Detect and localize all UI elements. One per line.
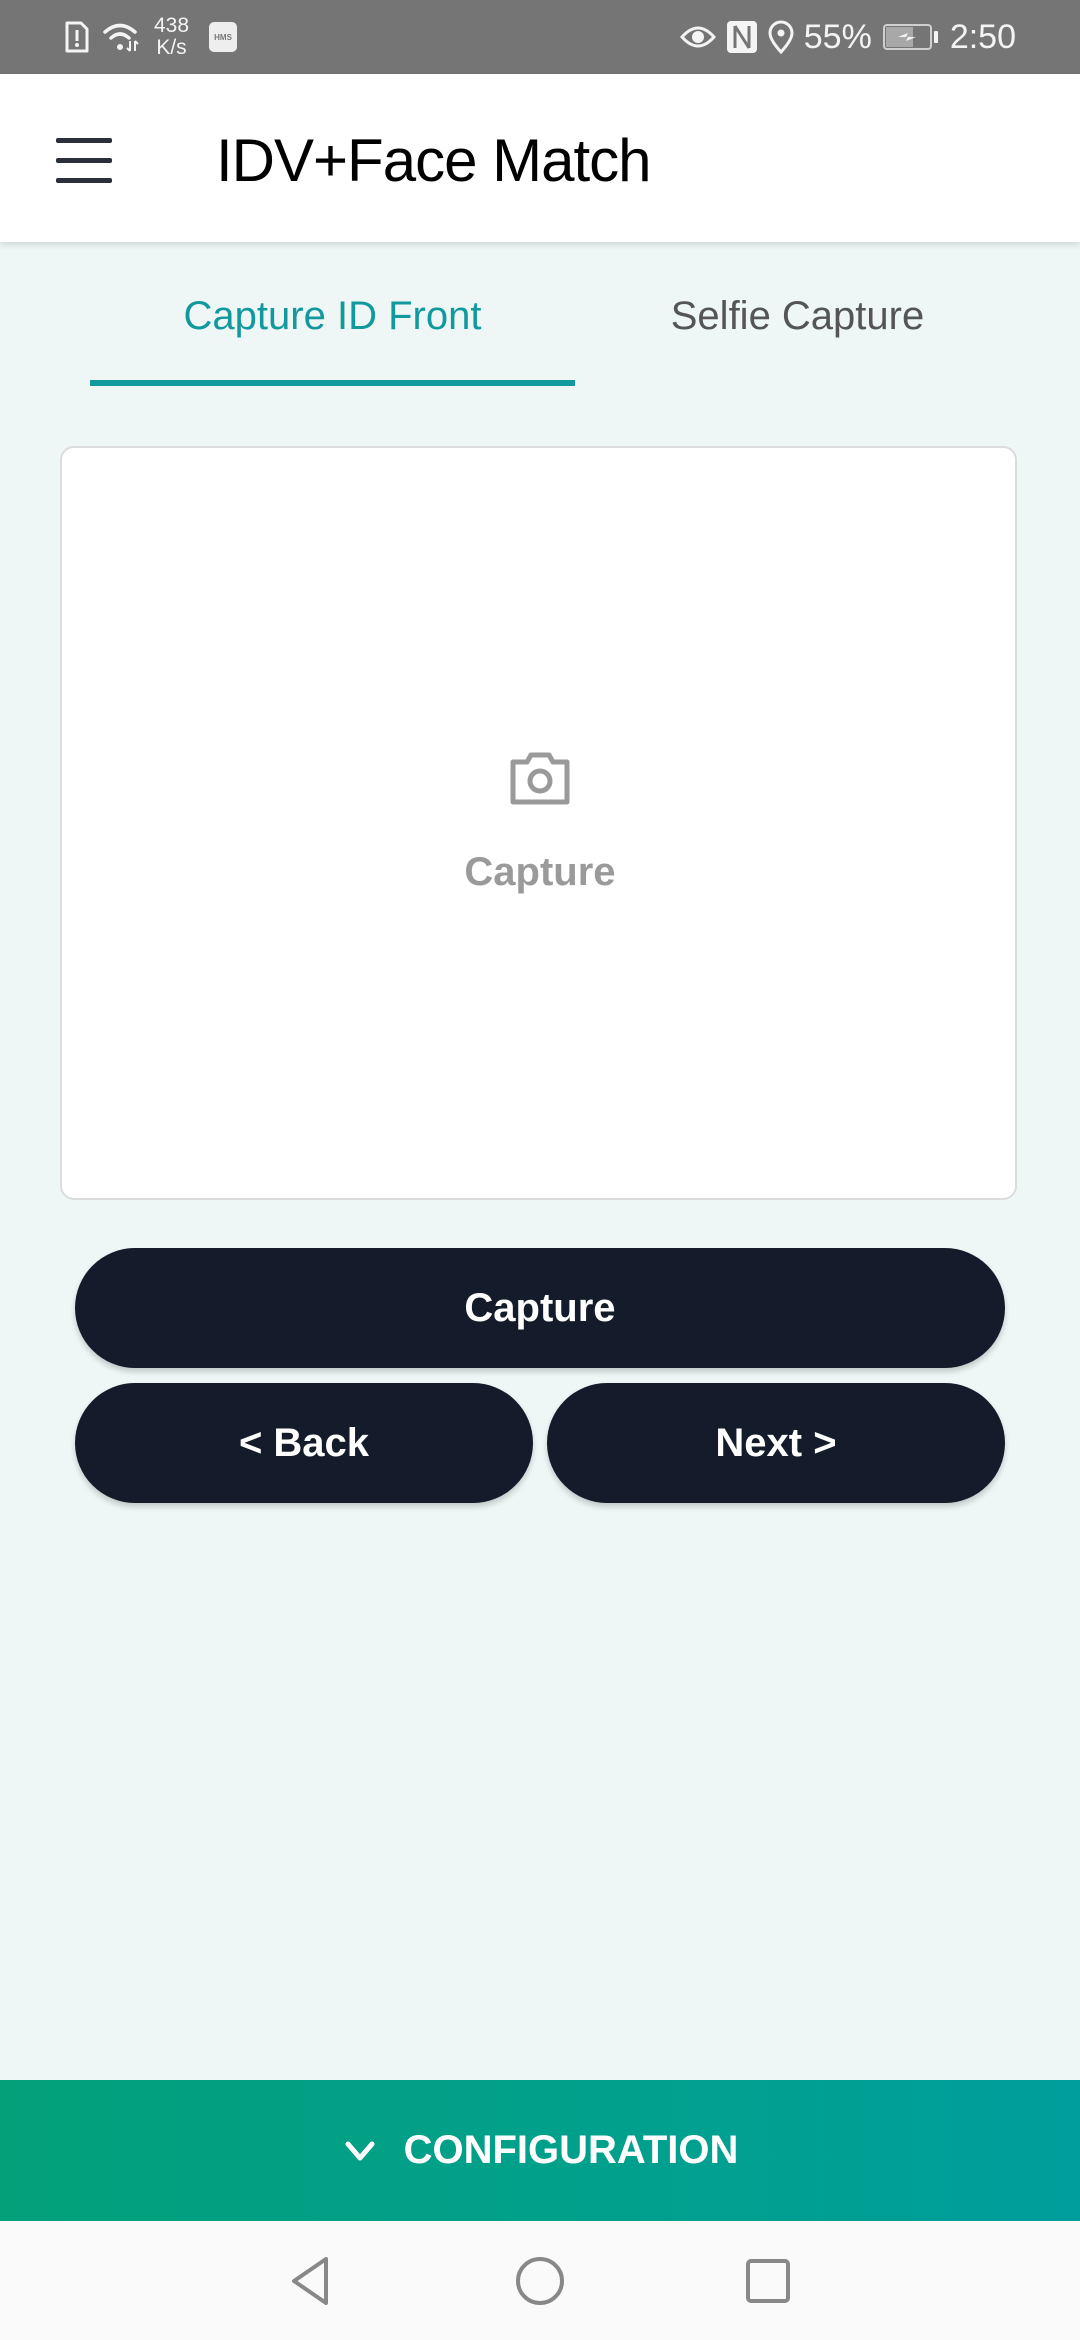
wifi-icon: [103, 23, 139, 52]
nfc-icon: [726, 21, 757, 53]
network-speed: 438 K/s: [154, 15, 189, 59]
capture-placeholder-label[interactable]: Capture: [340, 850, 740, 895]
hamburger-menu-icon[interactable]: [50, 132, 116, 188]
system-nav-bar: [0, 2221, 1080, 2340]
menu-line: [56, 158, 112, 163]
eye-icon: [679, 26, 716, 48]
status-bar: 438 K/s HMS 55% 2:50: [0, 0, 1080, 74]
chevron-down-icon: [345, 2141, 375, 2160]
network-speed-unit: K/s: [156, 36, 187, 59]
location-icon: [768, 20, 794, 54]
next-button[interactable]: Next >: [547, 1383, 1005, 1503]
menu-line: [56, 178, 112, 183]
status-bar-right: 55% 2:50: [679, 0, 1016, 74]
active-tab-indicator: [90, 380, 575, 386]
recents-square-icon: [746, 2258, 790, 2303]
page-title: IDV+Face Match: [216, 127, 652, 194]
nav-back-button[interactable]: [250, 2221, 370, 2340]
capture-preview-area[interactable]: [60, 446, 1017, 1200]
back-triangle-icon: [292, 2256, 328, 2305]
capture-button[interactable]: Capture: [75, 1248, 1005, 1368]
tab-bar: Capture ID Front Selfie Capture: [0, 242, 1080, 390]
configuration-toggle[interactable]: CONFIGURATION: [0, 2080, 1080, 2221]
app-bar: IDV+Face Match: [0, 74, 1080, 242]
configuration-label: CONFIGURATION: [403, 2128, 739, 2172]
tab-capture-id-front[interactable]: Capture ID Front: [90, 242, 575, 390]
home-circle-icon: [516, 2256, 564, 2305]
sim-alert-icon: [65, 21, 89, 53]
nav-recents-button[interactable]: [708, 2221, 828, 2340]
hms-icon: HMS: [209, 22, 238, 52]
camera-icon[interactable]: [509, 750, 571, 806]
battery-charging-icon: [882, 24, 938, 50]
tab-selfie-capture[interactable]: Selfie Capture: [575, 242, 1020, 390]
status-bar-left: 438 K/s HMS: [64, 0, 238, 74]
clock: 2:50: [949, 17, 1016, 56]
back-button[interactable]: < Back: [75, 1383, 533, 1503]
network-speed-value: 438: [154, 14, 190, 37]
battery-percent: 55%: [803, 17, 872, 56]
menu-line: [56, 138, 112, 143]
nav-home-button[interactable]: [480, 2221, 600, 2340]
